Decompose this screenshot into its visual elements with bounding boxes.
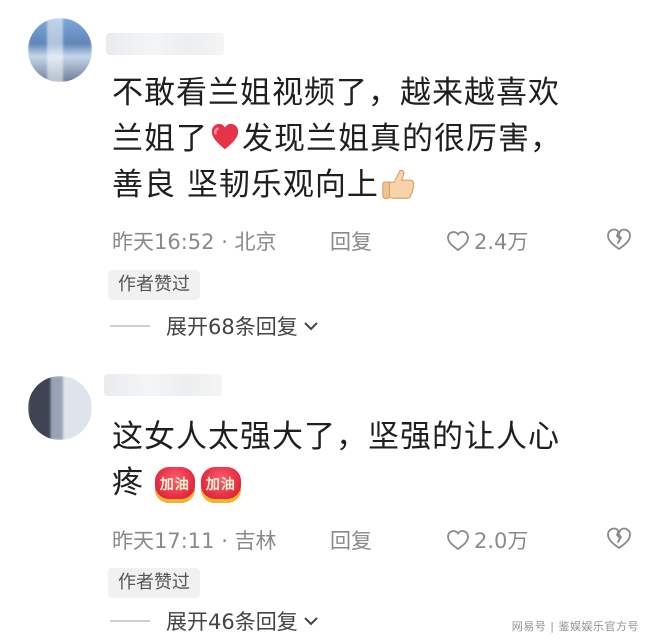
comment-line: 不敢看兰姐视频了，越来越喜欢	[112, 75, 560, 111]
like-count: 2.0万	[474, 529, 529, 553]
thumbs-up-emoji-icon	[379, 164, 417, 210]
watermark: 网易号 | 鉴娱娱乐官方号	[511, 620, 639, 633]
chevron-down-icon	[304, 322, 318, 331]
jiayou-emoji-icon: 加油	[200, 466, 241, 503]
comment-meta: 昨天16:52 · 北京 回复 2.4万	[112, 226, 632, 256]
timestamp-location: 昨天17:11 · 吉林	[112, 529, 277, 553]
expand-replies-button[interactable]: 展开68条回复	[110, 311, 320, 341]
comment-meta: 昨天17:11 · 吉林 回复 2.0万	[112, 525, 632, 555]
timestamp-location: 昨天16:52 · 北京	[112, 230, 277, 254]
comment-line: 兰姐了 发现兰姐真的很厉害，	[112, 119, 562, 157]
avatar[interactable]	[28, 18, 92, 82]
divider-dash	[110, 620, 150, 622]
heart-emoji-icon	[210, 119, 240, 150]
like-button[interactable]: 2.4万	[446, 226, 586, 256]
comment-line: 善良 坚韧乐观向上	[112, 162, 612, 210]
comment-line: 这女人太强大了，坚强的让人心	[112, 419, 560, 455]
dislike-button[interactable]	[606, 226, 632, 257]
like-heart-icon	[447, 530, 469, 551]
comment-text: 不敢看兰姐视频了，越来越喜欢 兰姐了 发现兰姐真的很厉害， 善良 坚韧乐观向上	[112, 70, 612, 210]
broken-heart-icon	[607, 527, 631, 549]
username-blurred[interactable]	[106, 33, 224, 55]
expand-replies-label: 展开68条回复	[166, 315, 298, 339]
avatar[interactable]	[28, 376, 92, 440]
expand-replies-button[interactable]: 展开46条回复	[110, 606, 320, 636]
username-blurred[interactable]	[104, 374, 222, 396]
comment-text: 这女人太强大了，坚强的让人心 疼 加油 加油	[112, 414, 612, 506]
author-liked-badge: 作者赞过	[108, 568, 200, 598]
like-heart-icon	[447, 231, 469, 252]
reply-button[interactable]: 回复	[330, 525, 446, 555]
author-liked-badge: 作者赞过	[108, 270, 200, 300]
comment-line: 疼 加油 加油	[112, 460, 612, 506]
broken-heart-icon	[607, 228, 631, 250]
reply-button[interactable]: 回复	[330, 226, 446, 256]
like-button[interactable]: 2.0万	[446, 525, 586, 555]
jiayou-emoji-icon: 加油	[154, 466, 195, 503]
like-count: 2.4万	[474, 230, 529, 254]
expand-replies-label: 展开46条回复	[166, 610, 298, 634]
dislike-button[interactable]	[606, 525, 632, 556]
divider-dash	[110, 325, 150, 327]
chevron-down-icon	[304, 617, 318, 626]
